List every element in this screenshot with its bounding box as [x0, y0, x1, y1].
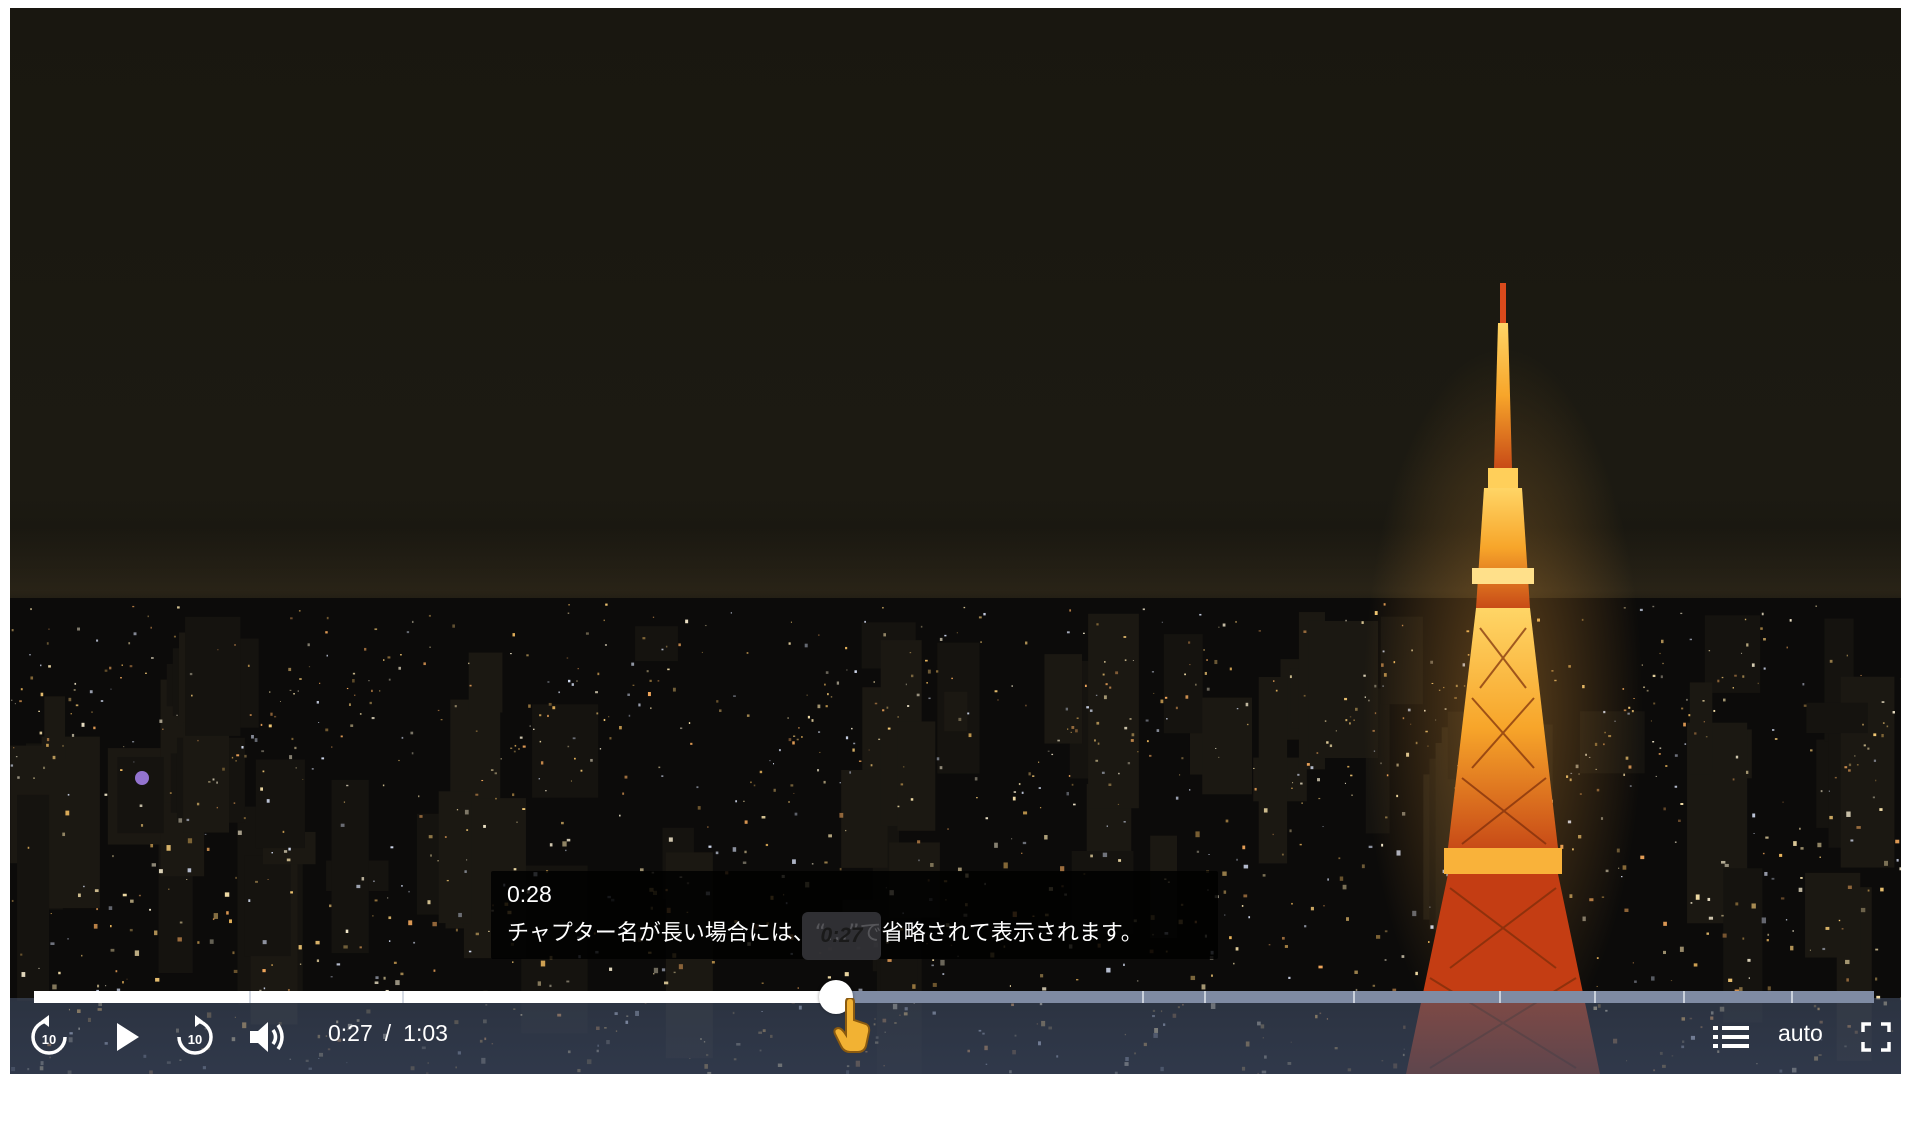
volume-button[interactable]: [242, 1013, 292, 1061]
control-bar: [10, 998, 1901, 1074]
forward-10-icon: 10: [177, 1015, 213, 1055]
volume-icon: [250, 1022, 284, 1052]
play-icon: [117, 1023, 139, 1051]
video-player[interactable]: 0:28 チャプター名が長い場合には、“…”で省略されて表示されます。 0:27…: [10, 8, 1901, 1074]
scrub-time-preview: 0:27: [802, 912, 881, 960]
chapter-marker: [402, 991, 404, 1003]
chapter-marker: [1353, 991, 1356, 1003]
fullscreen-icon: [1861, 1022, 1891, 1052]
rewind-seconds: 10: [42, 1032, 56, 1047]
chapter-marker: [1141, 991, 1144, 1003]
duration: 1:03: [403, 1020, 448, 1046]
progress-played: [34, 991, 837, 1003]
quality-button[interactable]: auto: [1778, 1020, 1823, 1047]
time-display: 0:27 / 1:03: [328, 1020, 448, 1047]
tooltip-time: 0:28: [507, 881, 552, 907]
chapter-marker: [1594, 991, 1597, 1003]
chapter-marker: [1498, 991, 1501, 1003]
chapter-marker: [249, 991, 252, 1003]
chapter-marker: [1682, 991, 1685, 1003]
forward-10-button[interactable]: 10: [170, 1013, 220, 1061]
current-time: 0:27: [328, 1020, 373, 1046]
chapter-marker: [1204, 991, 1207, 1003]
chapter-list-icon: [1713, 1026, 1749, 1048]
progress-bar[interactable]: [34, 980, 1874, 1014]
rewind-10-icon: 10: [31, 1015, 67, 1055]
time-separator: /: [384, 1020, 392, 1046]
fullscreen-button[interactable]: [1856, 1013, 1896, 1061]
chapter-marker: [1791, 991, 1794, 1003]
rewind-10-button[interactable]: 10: [24, 1013, 74, 1061]
chapter-list-button[interactable]: [1706, 1013, 1756, 1061]
play-button[interactable]: [106, 1013, 150, 1061]
forward-seconds: 10: [188, 1032, 202, 1047]
pointer-hand-cursor-icon: [833, 998, 871, 1053]
